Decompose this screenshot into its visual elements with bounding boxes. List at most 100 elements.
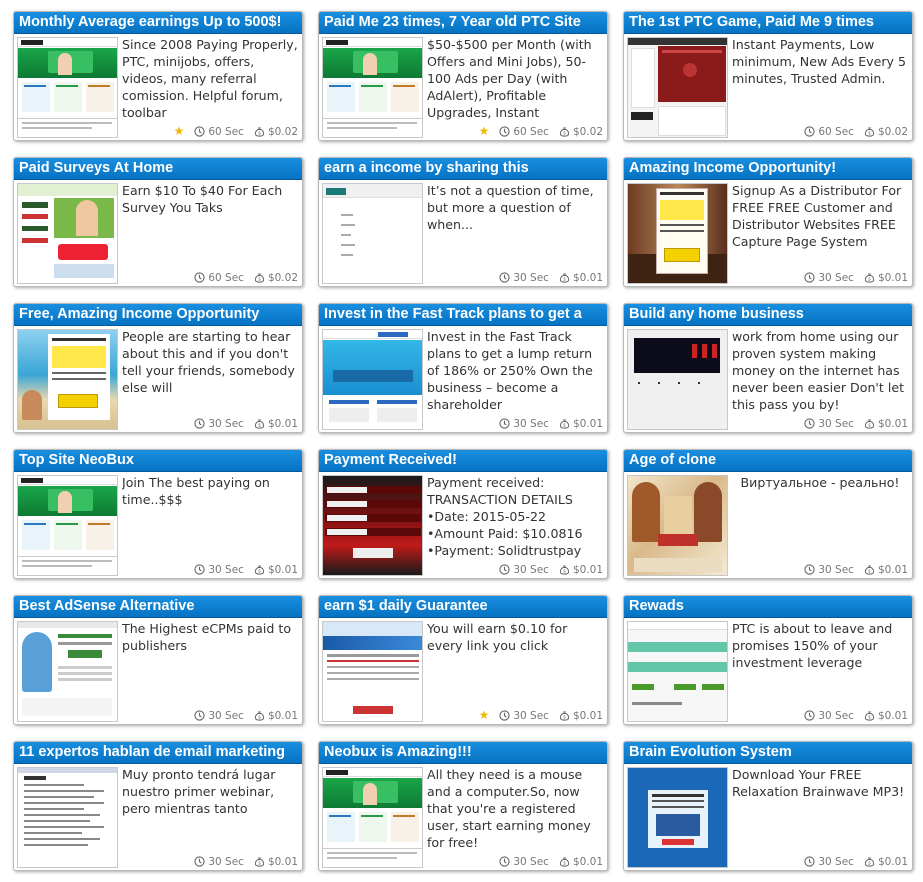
ad-meta: ★ 60 Sec $ $0.02 [174, 124, 298, 139]
ad-title[interactable]: Best AdSense Alternative [14, 596, 302, 618]
ad-meta: 30 Sec $ $0.01 [804, 270, 908, 285]
ad-card[interactable]: Neobux is Amazing!!! All they need is a … [318, 741, 608, 871]
ad-thumbnail[interactable] [322, 183, 423, 284]
ad-title[interactable]: Rewads [624, 596, 912, 618]
ad-title[interactable]: Brain Evolution System [624, 742, 912, 764]
ad-description: Instant Payments, Low minimum, New Ads E… [732, 37, 907, 86]
ad-card[interactable]: Payment Received! Payment received: TRAN… [318, 449, 608, 579]
clock-icon [804, 418, 815, 429]
money-bag-icon: $ [864, 711, 875, 721]
ad-card[interactable]: The 1st PTC Game, Paid Me 9 times Instan… [623, 11, 913, 141]
ad-title[interactable]: Paid Me 23 times, 7 Year old PTC Site [319, 12, 607, 34]
clock-icon [194, 564, 205, 575]
ad-thumbnail[interactable] [322, 329, 423, 430]
ad-reward: $0.01 [877, 709, 908, 722]
ad-reward: $0.01 [572, 563, 603, 576]
svg-text:$: $ [868, 423, 871, 429]
ad-title[interactable]: Neobux is Amazing!!! [319, 742, 607, 764]
ad-thumbnail[interactable] [627, 329, 728, 430]
ad-thumbnail[interactable] [17, 329, 118, 430]
ad-description: work from home using our proven system m… [732, 329, 905, 412]
clock-icon [804, 856, 815, 867]
ad-thumbnail[interactable] [17, 621, 118, 722]
ad-thumbnail[interactable] [322, 475, 423, 576]
ad-card[interactable]: Paid Surveys At Home Earn $10 To $40 For… [13, 157, 303, 287]
ad-title[interactable]: Top Site NeoBux [14, 450, 302, 472]
clock-icon [194, 418, 205, 429]
ad-card[interactable]: Build any home business work from home u… [623, 303, 913, 433]
ad-thumbnail[interactable] [17, 767, 118, 868]
ad-thumbnail[interactable] [627, 183, 728, 284]
ad-description: Since 2008 Paying Properly, PTC, minijob… [122, 37, 298, 120]
ad-reward: $0.01 [572, 271, 603, 284]
ad-thumbnail[interactable] [322, 37, 423, 138]
ad-thumbnail[interactable] [627, 37, 728, 138]
ad-card[interactable]: Best AdSense Alternative The Highest eCP… [13, 595, 303, 725]
ad-thumbnail[interactable] [322, 621, 423, 722]
money-bag-icon: $ [254, 273, 265, 283]
ad-duration: 30 Sec [208, 417, 244, 430]
ad-description: Signup As a Distributor For FREE FREE Cu… [732, 183, 902, 249]
clock-icon [804, 564, 815, 575]
ad-card[interactable]: Age of clone Виртуальное - реально! 30 S… [623, 449, 913, 579]
ad-description: Invest in the Fast Track plans to get a … [427, 329, 593, 412]
svg-text:$: $ [258, 277, 261, 283]
ad-card[interactable]: Rewads PTC is about to leave and promise… [623, 595, 913, 725]
ad-thumbnail[interactable] [627, 475, 728, 576]
ad-title[interactable]: The 1st PTC Game, Paid Me 9 times [624, 12, 912, 34]
ad-description: Muy pronto tendrá lugar nuestro primer w… [122, 767, 276, 816]
ad-card[interactable]: Free, Amazing Income Opportunity People … [13, 303, 303, 433]
ad-card[interactable]: 11 expertos hablan de email marketing Mu… [13, 741, 303, 871]
svg-text:$: $ [868, 131, 871, 137]
ad-duration: 30 Sec [513, 417, 549, 430]
ad-title[interactable]: Age of clone [624, 450, 912, 472]
ad-title[interactable]: earn $1 daily Guarantee [319, 596, 607, 618]
ad-description: Join The best paying on time..$$$ [122, 475, 270, 507]
clock-icon [499, 710, 510, 721]
ad-meta: 60 Sec $ $0.02 [194, 270, 298, 285]
ad-meta: 30 Sec $ $0.01 [804, 416, 908, 431]
ad-card[interactable]: earn a income by sharing this It’s not a… [318, 157, 608, 287]
ad-card[interactable]: Invest in the Fast Track plans to get a … [318, 303, 608, 433]
ad-thumbnail[interactable] [17, 183, 118, 284]
ad-title[interactable]: Payment Received! [319, 450, 607, 472]
money-bag-icon: $ [559, 565, 570, 575]
ad-thumbnail[interactable] [627, 621, 728, 722]
ad-thumbnail[interactable] [627, 767, 728, 868]
money-bag-icon: $ [864, 419, 875, 429]
ad-thumbnail[interactable] [17, 475, 118, 576]
svg-text:$: $ [563, 861, 566, 867]
ad-thumbnail[interactable] [322, 767, 423, 868]
ad-description: PTC is about to leave and promises 150% … [732, 621, 893, 670]
ad-meta: ★ 60 Sec $ $0.02 [479, 124, 603, 139]
money-bag-icon: $ [559, 857, 570, 867]
ad-thumbnail[interactable] [17, 37, 118, 138]
ad-title[interactable]: Amazing Income Opportunity! [624, 158, 912, 180]
ad-card[interactable]: earn $1 daily Guarantee You will earn $0… [318, 595, 608, 725]
svg-text:$: $ [868, 569, 871, 575]
ad-card[interactable]: Top Site NeoBux Join The best paying on … [13, 449, 303, 579]
ad-duration: 30 Sec [818, 271, 854, 284]
ad-card[interactable]: Brain Evolution System Download Your FRE… [623, 741, 913, 871]
ad-card[interactable]: Monthly Average earnings Up to 500$! Sin… [13, 11, 303, 141]
ad-reward: $0.01 [572, 855, 603, 868]
clock-icon [804, 126, 815, 137]
ad-title[interactable]: 11 expertos hablan de email marketing [14, 742, 302, 764]
ad-title[interactable]: Build any home business [624, 304, 912, 326]
ad-duration: 30 Sec [818, 709, 854, 722]
ad-title[interactable]: Monthly Average earnings Up to 500$! [14, 12, 302, 34]
ad-meta: 30 Sec $ $0.01 [804, 708, 908, 723]
ad-reward: $0.01 [877, 417, 908, 430]
svg-text:$: $ [563, 569, 566, 575]
ad-reward: $0.01 [877, 855, 908, 868]
ad-title[interactable]: earn a income by sharing this [319, 158, 607, 180]
ad-title[interactable]: Invest in the Fast Track plans to get a [319, 304, 607, 326]
clock-icon [194, 710, 205, 721]
ad-title[interactable]: Paid Surveys At Home [14, 158, 302, 180]
ad-card[interactable]: Paid Me 23 times, 7 Year old PTC Site $5… [318, 11, 608, 141]
ad-title[interactable]: Free, Amazing Income Opportunity [14, 304, 302, 326]
ad-description: The Highest eCPMs paid to publishers [122, 621, 292, 653]
ad-description: It’s not a question of time, but more a … [427, 183, 594, 232]
ad-card[interactable]: Amazing Income Opportunity! Signup As a … [623, 157, 913, 287]
ad-meta: 30 Sec $ $0.01 [194, 416, 298, 431]
